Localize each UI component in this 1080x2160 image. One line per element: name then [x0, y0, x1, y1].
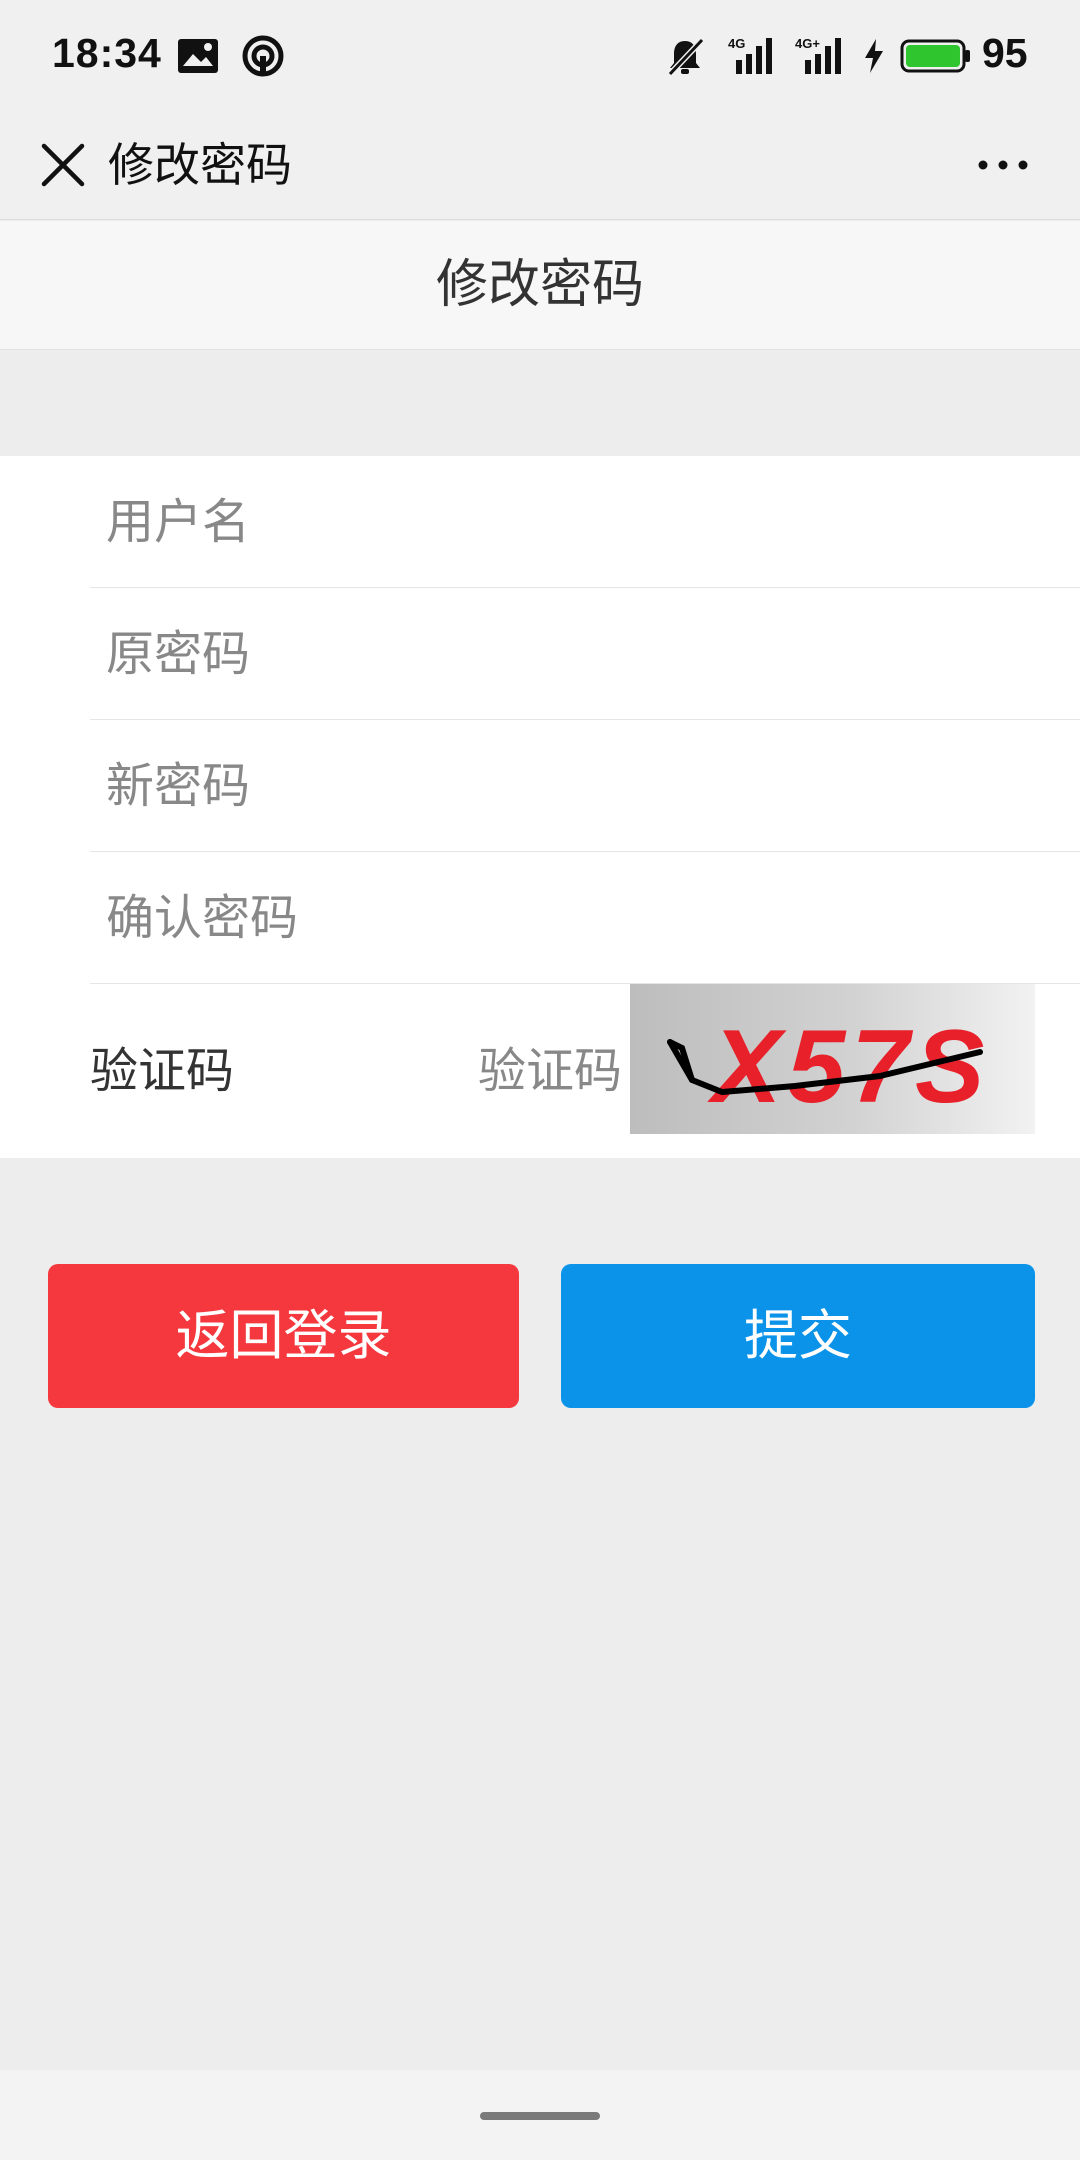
username-row [90, 456, 1080, 588]
charging-icon [865, 39, 883, 73]
confirm-password-row [90, 852, 1080, 984]
captcha-input[interactable] [432, 1004, 622, 1138]
close-icon [41, 143, 85, 187]
svg-text:4G+: 4G+ [795, 36, 820, 51]
old-password-input[interactable] [106, 588, 1046, 720]
username-input[interactable] [106, 456, 1046, 588]
screen: 18:34 4G 4G+ 95 修改密码 修改密码 用户名 验证码 验证码 X5… [0, 0, 1080, 2160]
page-title: 修改密码 [0, 221, 1080, 350]
title-bar: 修改密码 [0, 110, 1080, 220]
new-password-row [90, 720, 1080, 852]
captcha-label: 验证码 [90, 1043, 235, 1099]
signal-4g-icon: 4G [728, 36, 772, 74]
signal-4g-plus-icon: 4G+ [795, 36, 841, 74]
submit-button[interactable]: 提交 [561, 1264, 1035, 1408]
mute-bell-icon [667, 37, 705, 77]
battery-icon [900, 39, 970, 73]
navigation-bar [0, 2070, 1080, 2160]
new-password-input[interactable] [106, 720, 1046, 852]
close-button[interactable] [30, 132, 96, 198]
confirm-password-input[interactable] [106, 852, 1046, 984]
window-title: 修改密码 [108, 138, 292, 192]
image-icon [178, 39, 218, 73]
status-bar: 18:34 4G 4G+ 95 [0, 0, 1080, 110]
home-indicator[interactable] [480, 2112, 600, 2120]
battery-percent: 95 [982, 30, 1028, 76]
captcha-row: 验证码 X57S [0, 984, 1080, 1158]
old-password-row [90, 588, 1080, 720]
more-dots-icon [978, 160, 1028, 170]
change-password-form: 验证码 X57S [0, 456, 1080, 1158]
more-button[interactable] [966, 132, 1046, 198]
status-time: 18:34 [52, 30, 162, 76]
captcha-text: X57S [707, 1009, 990, 1125]
captcha-image[interactable]: X57S [630, 984, 1035, 1134]
svg-text:4G: 4G [728, 36, 745, 51]
hotspot-icon [242, 35, 284, 77]
back-to-login-button[interactable]: 返回登录 [48, 1264, 519, 1408]
